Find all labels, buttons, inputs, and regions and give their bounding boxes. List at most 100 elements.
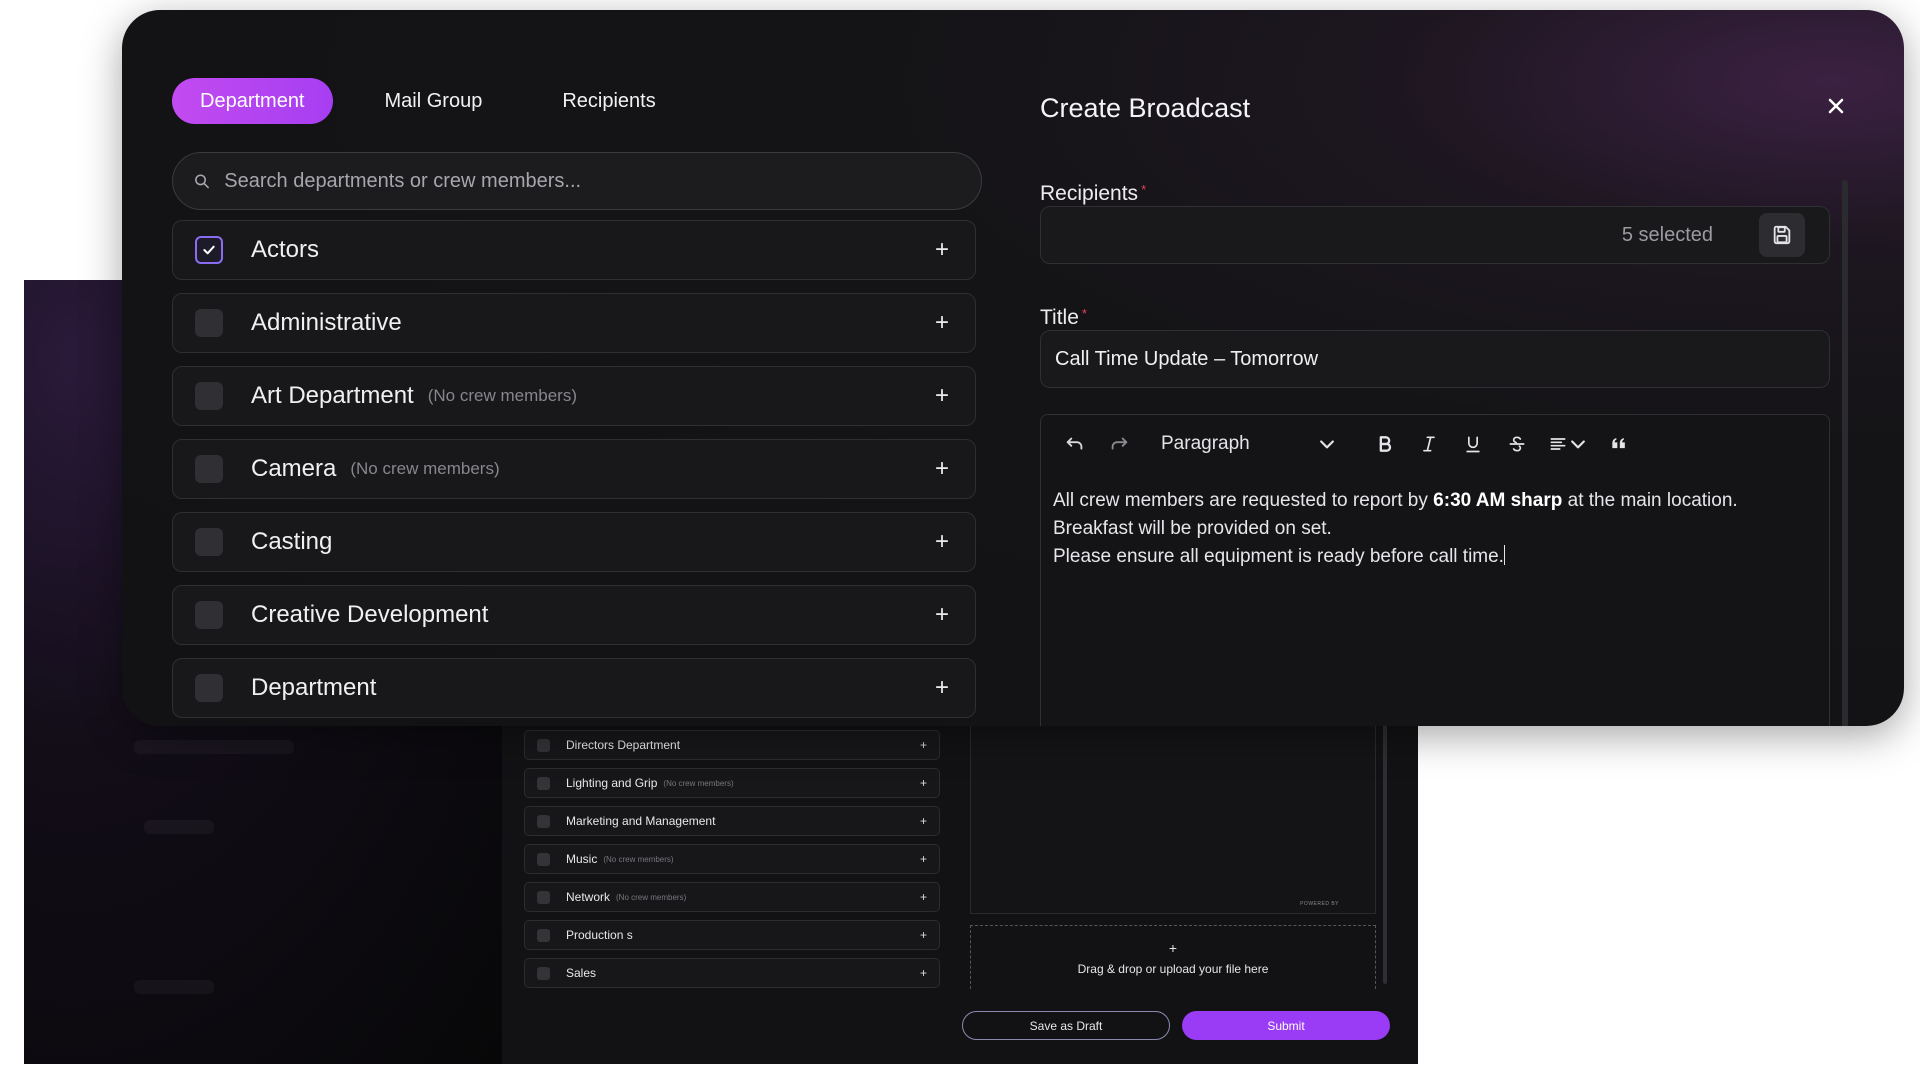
plus-icon[interactable]: + [935,455,949,483]
required-asterisk: * [1081,306,1087,321]
department-name: Administrative [251,309,402,336]
checkbox[interactable] [195,309,223,337]
close-icon [1828,98,1844,114]
department-note: (No crew members) [616,892,687,902]
editor-toolbar: Paragraph [1041,415,1829,473]
title-input[interactable]: Call Time Update – Tomorrow [1040,330,1830,388]
plus-icon[interactable]: + [935,674,949,702]
blurred-sidebar-item [134,740,294,754]
create-broadcast-modal: Department Mail Group Recipients Actors … [122,10,1904,726]
tab-recipients[interactable]: Recipients [534,78,683,124]
plus-icon[interactable]: + [935,528,949,556]
bg-department-row[interactable]: Lighting and Grip (No crew members) + [524,768,940,798]
department-note: (No crew members) [350,459,500,478]
bg-department-row[interactable]: Music (No crew members) + [524,844,940,874]
plus-icon[interactable]: + [935,236,949,264]
plus-icon[interactable]: + [920,776,927,790]
undo-icon [1066,437,1083,450]
department-name: Art Department [251,382,414,409]
editor-text: Breakfast will be provided on set. [1053,518,1332,539]
search-input[interactable] [224,169,961,193]
department-note: (No crew members) [663,778,734,788]
required-asterisk: * [1141,182,1147,197]
redo-icon [1111,437,1128,450]
recipients-label-text: Recipients [1040,182,1139,205]
redo-button[interactable] [1097,424,1141,464]
checkbox[interactable] [537,776,550,790]
align-icon [1550,438,1566,450]
editor-bold-text: 6:30 AM sharp [1433,490,1563,511]
recipients-count: 5 selected [1621,223,1713,246]
bg-department-row[interactable]: Marketing and Management + [524,806,940,836]
checkbox[interactable] [195,528,223,556]
plus-icon[interactable]: + [935,382,949,410]
plus-icon[interactable]: + [920,814,927,828]
strikethrough-button[interactable] [1495,424,1539,464]
tab-department[interactable]: Department [172,78,333,124]
save-icon [1773,225,1791,245]
panel-title: Create Broadcast [1040,93,1251,123]
checkbox[interactable] [195,382,223,410]
department-row-art-department[interactable]: Art Department (No crew members) + [172,366,976,426]
text-caret [1503,545,1505,565]
department-name: Actors [251,236,320,263]
checkbox-checked[interactable] [195,236,223,264]
block-format-select[interactable]: Paragraph [1149,424,1349,464]
blockquote-button[interactable] [1597,424,1641,464]
recipients-field[interactable]: 5 selected [1040,206,1830,264]
background-department-list: Directors Department + Lighting and Grip… [524,730,940,996]
checkbox[interactable] [537,738,550,752]
modal-scrollbar[interactable] [1842,180,1848,726]
save-recipients-button[interactable] [1759,213,1805,257]
chevron-down-icon [1320,440,1334,449]
checkbox[interactable] [537,966,550,980]
department-name: Camera [251,455,337,482]
checkbox[interactable] [537,928,550,942]
department-row-casting[interactable]: Casting + [172,512,976,572]
editor-paragraph: Please ensure all equipment is ready bef… [1053,543,1817,571]
editor-text: Please ensure all equipment is ready bef… [1053,546,1504,567]
italic-button[interactable] [1407,424,1451,464]
file-upload-dropzone[interactable]: + Drag & drop or upload your file here [970,925,1376,989]
bg-department-row[interactable]: Sales + [524,958,940,988]
save-as-draft-button[interactable]: Save as Draft [962,1011,1170,1040]
bold-icon [1379,436,1392,452]
checkbox[interactable] [537,890,550,904]
checkbox[interactable] [195,674,223,702]
checkbox[interactable] [537,852,550,866]
background-editor[interactable]: POWERED BY [970,722,1376,914]
plus-icon[interactable]: + [920,966,927,980]
department-row-department[interactable]: Department + [172,658,976,718]
underline-button[interactable] [1451,424,1495,464]
department-row-administrative[interactable]: Administrative + [172,293,976,353]
editor-content[interactable]: All crew members are requested to report… [1041,473,1829,585]
bold-button[interactable] [1363,424,1407,464]
department-row-actors[interactable]: Actors + [172,220,976,280]
align-select[interactable] [1539,424,1597,464]
plus-icon[interactable]: + [920,928,927,942]
plus-icon[interactable]: + [935,309,949,337]
background-scrollbar[interactable] [1383,722,1387,984]
bg-department-row[interactable]: Production s + [524,920,940,950]
plus-icon[interactable]: + [920,890,927,904]
department-row-camera[interactable]: Camera (No crew members) + [172,439,976,499]
plus-icon[interactable]: + [920,852,927,866]
submit-button[interactable]: Submit [1182,1011,1390,1040]
checkbox[interactable] [195,455,223,483]
undo-button[interactable] [1053,424,1097,464]
tab-mail-group[interactable]: Mail Group [357,78,511,124]
bg-department-row[interactable]: Network (No crew members) + [524,882,940,912]
upload-text: Drag & drop or upload your file here [1077,961,1269,976]
department-row-creative-development[interactable]: Creative Development + [172,585,976,645]
checkbox[interactable] [195,601,223,629]
bg-department-row[interactable]: Directors Department + [524,730,940,760]
rich-text-editor[interactable]: Paragraph All crew members are requested… [1040,414,1830,726]
checkbox[interactable] [537,814,550,828]
plus-icon[interactable]: + [935,601,949,629]
close-button[interactable] [1823,93,1849,119]
plus-icon[interactable]: + [920,738,927,752]
chevron-down-icon [1571,440,1585,449]
title-label: Title * [1040,306,1087,330]
department-name: Directors Department [566,738,681,752]
editor-paragraph: Breakfast will be provided on set. [1053,515,1817,543]
